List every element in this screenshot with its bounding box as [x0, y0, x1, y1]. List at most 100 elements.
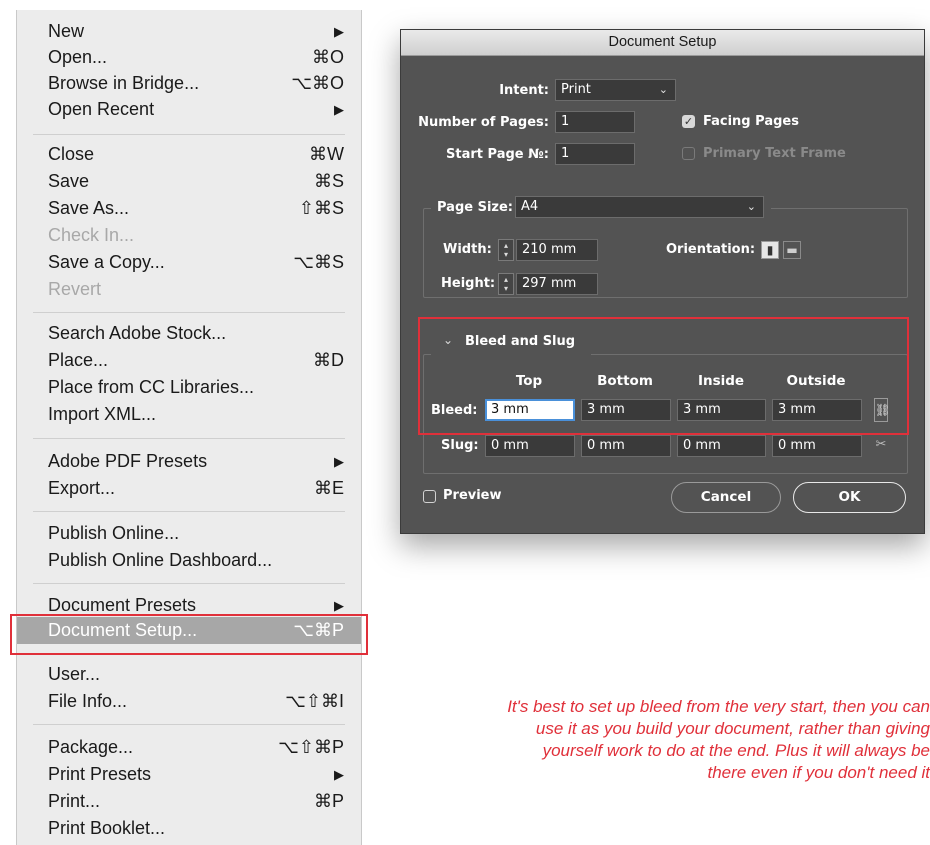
- slug-label: Slug:: [441, 438, 479, 453]
- intent-value: Print: [561, 82, 591, 97]
- menu-item-save-as[interactable]: Save As... ⇧⌘S: [17, 195, 361, 222]
- menu-item-import-xml[interactable]: Import XML...: [17, 401, 361, 428]
- start-page-label: Start Page №:: [446, 147, 549, 162]
- slug-outside-field[interactable]: 0 mm: [772, 435, 862, 457]
- menu-item-print-booklet[interactable]: Print Booklet...: [17, 815, 361, 842]
- slug-bottom-field[interactable]: 0 mm: [581, 435, 671, 457]
- menu-item-publish-online-dashboard[interactable]: Publish Online Dashboard...: [17, 547, 361, 574]
- number-of-pages-label: Number of Pages:: [418, 115, 549, 130]
- menu-item-search-adobe-stock[interactable]: Search Adobe Stock...: [17, 320, 361, 347]
- menu-shortcut: ⌥⇧⌘I: [285, 691, 344, 711]
- menu-item-new[interactable]: New ▶: [17, 18, 361, 45]
- menu-item-file-info[interactable]: File Info... ⌥⇧⌘I: [17, 688, 361, 715]
- page-size-label: Page Size:: [437, 200, 514, 215]
- menu-item-label: Close: [48, 144, 95, 164]
- start-page-field[interactable]: 1: [555, 143, 635, 165]
- submenu-arrow-icon: ▶: [334, 24, 344, 39]
- height-field[interactable]: 297 mm: [516, 273, 598, 295]
- submenu-arrow-icon: ▶: [334, 102, 344, 117]
- menu-item-revert: Revert: [17, 276, 361, 303]
- menu-item-publish-online[interactable]: Publish Online...: [17, 520, 361, 547]
- menu-item-label: Print...: [48, 791, 101, 811]
- portrait-orientation-icon[interactable]: ▮: [761, 241, 779, 259]
- number-of-pages-field[interactable]: 1: [555, 111, 635, 133]
- menu-item-label: Save: [48, 171, 90, 191]
- menu-shortcut: ⌘P: [313, 791, 344, 811]
- page-size-select[interactable]: A4 ⌄: [515, 196, 764, 218]
- menu-item-save-a-copy[interactable]: Save a Copy... ⌥⌘S: [17, 249, 361, 276]
- menu-item-print[interactable]: Print... ⌘P: [17, 788, 361, 815]
- menu-item-label: Package...: [48, 737, 134, 757]
- landscape-orientation-icon[interactable]: ▬: [783, 241, 801, 259]
- highlight-box-document-setup: [10, 614, 368, 655]
- menu-item-package[interactable]: Package... ⌥⇧⌘P: [17, 734, 361, 761]
- slug-inside-field[interactable]: 0 mm: [677, 435, 766, 457]
- menu-shortcut: ⌘S: [313, 171, 344, 191]
- menu-item-label: Publish Online Dashboard...: [48, 550, 273, 570]
- width-label: Width:: [443, 242, 492, 257]
- menu-item-label: Search Adobe Stock...: [48, 323, 227, 343]
- caption-text: It's best to set up bleed from the very …: [507, 697, 930, 782]
- intent-label: Intent:: [499, 83, 549, 98]
- menu-separator: [33, 583, 345, 584]
- menu-shortcut: ⌥⌘O: [291, 73, 344, 93]
- width-field[interactable]: 210 mm: [516, 239, 598, 261]
- menu-separator: [33, 312, 345, 313]
- document-setup-dialog: Document Setup Intent: Print ⌄ Number of…: [400, 29, 925, 534]
- menu-item-label: Check In...: [48, 225, 135, 245]
- menu-item-label: Revert: [48, 279, 102, 299]
- menu-item-open-recent[interactable]: Open Recent ▶: [17, 96, 361, 123]
- menu-item-label: Adobe PDF Presets: [48, 451, 208, 471]
- menu-item-place-from-cc-libraries[interactable]: Place from CC Libraries...: [17, 374, 361, 401]
- menu-item-user[interactable]: User...: [17, 661, 361, 688]
- menu-item-label: Publish Online...: [48, 523, 180, 543]
- menu-item-label: New: [48, 21, 85, 41]
- preview-label: Preview: [443, 488, 502, 503]
- menu-shortcut: ⌘E: [313, 478, 344, 498]
- width-stepper-icon[interactable]: ▴ ▾: [498, 239, 514, 261]
- menu-item-label: Browse in Bridge...: [48, 73, 200, 93]
- menu-item-print-presets[interactable]: Print Presets ▶: [17, 761, 361, 788]
- slug-top-field[interactable]: 0 mm: [485, 435, 575, 457]
- unlink-chain-icon[interactable]: ✂: [874, 435, 888, 457]
- menu-item-label: Place...: [48, 350, 109, 370]
- menu-item-browse-in-bridge[interactable]: Browse in Bridge... ⌥⌘O: [17, 70, 361, 97]
- orientation-label: Orientation:: [666, 242, 756, 257]
- chevron-down-icon: ⌄: [746, 200, 756, 213]
- submenu-arrow-icon: ▶: [334, 454, 344, 469]
- cancel-button[interactable]: Cancel: [671, 482, 781, 513]
- menu-item-place[interactable]: Place... ⌘D: [17, 347, 361, 374]
- menu-shortcut: ⌥⇧⌘P: [278, 737, 344, 757]
- menu-shortcut: ⌘D: [313, 350, 344, 370]
- menu-item-check-in: Check In...: [17, 222, 361, 249]
- intent-select[interactable]: Print ⌄: [555, 79, 676, 101]
- file-menu: New ▶ Open... ⌘O Browse in Bridge... ⌥⌘O Op…: [16, 10, 362, 845]
- menu-item-label: Save As...: [48, 198, 130, 218]
- menu-item-adobe-pdf-presets[interactable]: Adobe PDF Presets ▶: [17, 448, 361, 475]
- preview-checkbox[interactable]: [423, 490, 436, 503]
- menu-item-label: Print Presets: [48, 764, 152, 784]
- menu-separator: [33, 134, 345, 135]
- menu-separator: [33, 724, 345, 725]
- menu-item-open[interactable]: Open... ⌘O: [17, 44, 361, 71]
- menu-item-close[interactable]: Close ⌘W: [17, 141, 361, 168]
- menu-item-label: File Info...: [48, 691, 128, 711]
- menu-item-label: Import XML...: [48, 404, 157, 424]
- menu-shortcut: ⌘W: [309, 144, 344, 164]
- dialog-title: Document Setup: [401, 30, 924, 56]
- menu-item-label: Save a Copy...: [48, 252, 165, 272]
- primary-text-frame-label: Primary Text Frame: [703, 146, 846, 161]
- menu-item-label: User...: [48, 664, 101, 684]
- menu-item-export[interactable]: Export... ⌘E: [17, 475, 361, 502]
- menu-item-save[interactable]: Save ⌘S: [17, 168, 361, 195]
- menu-item-label: Print Booklet...: [48, 818, 166, 838]
- ok-button[interactable]: OK: [793, 482, 906, 513]
- menu-item-label: Open...: [48, 47, 108, 67]
- highlight-box-bleed: [418, 317, 909, 435]
- menu-item-label: Export...: [48, 478, 116, 498]
- menu-separator: [33, 438, 345, 439]
- menu-separator: [33, 511, 345, 512]
- facing-pages-label: Facing Pages: [703, 114, 799, 129]
- facing-pages-checkbox[interactable]: ✓: [682, 115, 695, 128]
- height-stepper-icon[interactable]: ▴ ▾: [498, 273, 514, 295]
